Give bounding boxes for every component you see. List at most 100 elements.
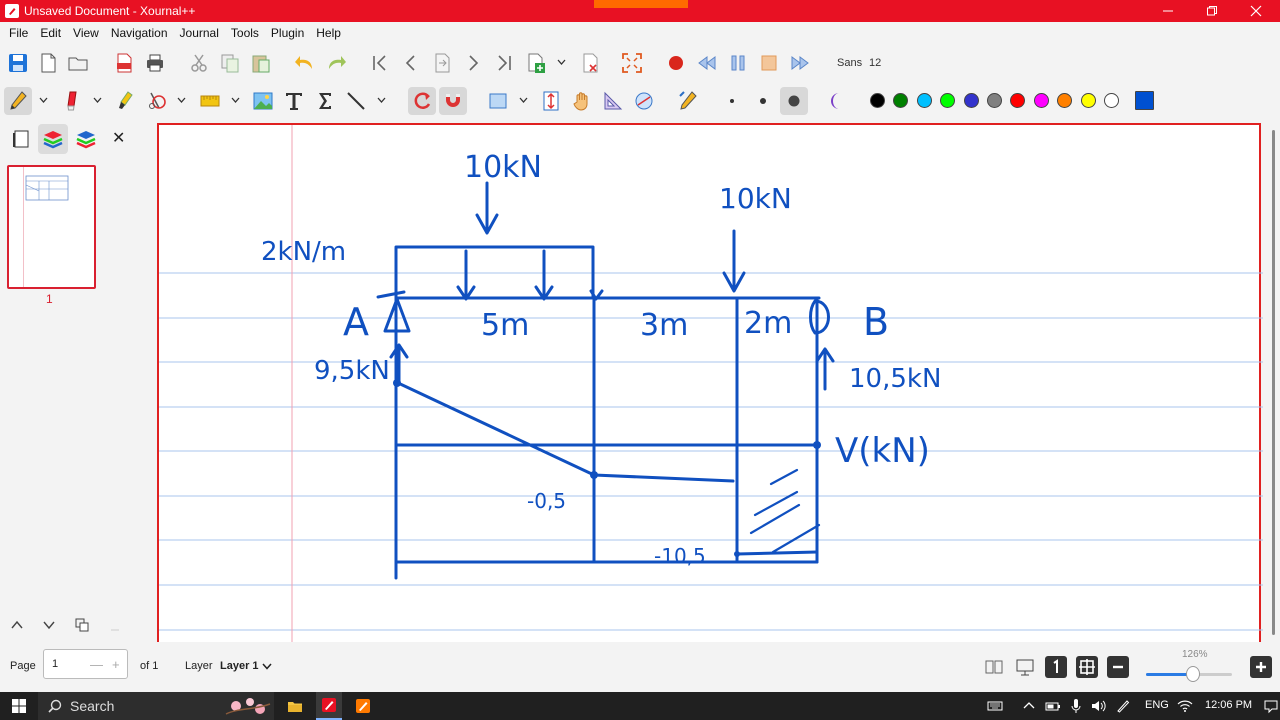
select-dropdown-icon[interactable] <box>176 94 186 106</box>
color-swatch[interactable] <box>963 93 979 108</box>
taskbar-app-xournal-icon[interactable] <box>316 692 342 720</box>
close-button[interactable] <box>1234 0 1278 22</box>
color-swatch[interactable] <box>1080 93 1096 108</box>
snapping-magnet-icon[interactable] <box>439 87 467 115</box>
color-swatch[interactable] <box>1010 93 1026 108</box>
color-swatch[interactable] <box>1104 93 1119 108</box>
vertical-scrollbar[interactable] <box>1268 120 1280 642</box>
save-icon[interactable] <box>4 49 32 77</box>
color-swatch[interactable] <box>1135 91 1155 110</box>
microphone-icon[interactable] <box>1066 692 1086 720</box>
rectangle-dropdown-icon[interactable] <box>518 94 528 106</box>
page-thumbnail[interactable] <box>7 165 96 289</box>
zoom-slider-thumb[interactable] <box>1186 666 1201 682</box>
delete-page-icon[interactable] <box>576 49 604 77</box>
delete-page-small-icon[interactable] <box>100 612 130 638</box>
new-document-icon[interactable] <box>34 49 62 77</box>
space-dropdown-icon[interactable] <box>230 94 240 106</box>
open-folder-icon[interactable] <box>64 49 92 77</box>
rewind-icon[interactable] <box>693 49 721 77</box>
compass-icon[interactable] <box>630 87 658 115</box>
layers-tab-icon[interactable] <box>38 124 68 154</box>
pen-icon[interactable] <box>4 87 32 115</box>
rectangle-icon[interactable] <box>484 87 512 115</box>
zoom-in-icon[interactable] <box>1250 656 1272 678</box>
color-swatch[interactable] <box>1057 93 1073 108</box>
stop-icon[interactable] <box>755 49 783 77</box>
color-swatch[interactable] <box>1033 93 1049 108</box>
fill-color-icon[interactable] <box>824 87 852 115</box>
scrollbar-thumb[interactable] <box>1272 130 1275 635</box>
taskbar-app-pen-icon[interactable] <box>350 692 376 720</box>
redo-icon[interactable] <box>322 49 350 77</box>
highlighter-icon[interactable] <box>112 87 140 115</box>
page-preview-tab-icon[interactable] <box>6 124 36 154</box>
shape-recognizer-icon[interactable] <box>408 87 436 115</box>
previous-page-icon[interactable] <box>397 49 425 77</box>
eraser-icon[interactable] <box>58 87 86 115</box>
canvas-area[interactable]: 10kN 10kN 2kN/m A B 9,5kN 10,5kN 5m 3m 2… <box>156 120 1268 642</box>
minimize-button[interactable] <box>1146 0 1190 22</box>
file-explorer-icon[interactable] <box>282 692 308 720</box>
image-icon[interactable] <box>249 87 277 115</box>
zoom-fit-icon[interactable] <box>1076 656 1098 678</box>
page-number-input[interactable]: 1 — + <box>43 649 128 679</box>
vertical-space-arrows-icon[interactable] <box>537 87 565 115</box>
copy-icon[interactable] <box>216 49 244 77</box>
select-object-icon[interactable] <box>142 87 170 115</box>
language-indicator[interactable]: ENG <box>1145 699 1169 711</box>
last-page-icon[interactable] <box>490 49 518 77</box>
move-page-down-icon[interactable] <box>34 612 64 638</box>
set-square-icon[interactable] <box>599 87 627 115</box>
menu-tools[interactable]: Tools <box>225 26 265 40</box>
pen-menu-icon[interactable] <box>1112 692 1134 720</box>
record-icon[interactable] <box>662 49 690 77</box>
taskbar-search[interactable]: Search <box>38 692 274 720</box>
notifications-icon[interactable] <box>1262 692 1280 720</box>
menu-view[interactable]: View <box>67 26 105 40</box>
first-page-icon[interactable] <box>366 49 394 77</box>
shape-dropdown-icon[interactable] <box>376 94 386 106</box>
page-increment-icon[interactable]: + <box>112 657 120 672</box>
thick-line-width-icon[interactable] <box>780 87 808 115</box>
restore-button[interactable] <box>1190 0 1234 22</box>
wifi-icon[interactable] <box>1175 692 1195 720</box>
zoom-out-icon[interactable] <box>1107 656 1129 678</box>
ruler-line-icon[interactable] <box>342 87 370 115</box>
default-tool-icon[interactable] <box>674 87 702 115</box>
paste-icon[interactable] <box>247 49 275 77</box>
undo-icon[interactable] <box>291 49 319 77</box>
page[interactable]: 10kN 10kN 2kN/m A B 9,5kN 10,5kN 5m 3m 2… <box>157 123 1263 642</box>
vertical-space-icon[interactable] <box>196 87 224 115</box>
font-size[interactable]: 12 <box>869 57 881 69</box>
copy-page-icon[interactable] <box>67 612 97 638</box>
eraser-dropdown-icon[interactable] <box>92 94 102 106</box>
menu-journal[interactable]: Journal <box>174 26 225 40</box>
pause-icon[interactable] <box>724 49 752 77</box>
cut-icon[interactable] <box>185 49 213 77</box>
layer-select[interactable]: Layer 1 <box>220 660 259 672</box>
move-page-up-icon[interactable] <box>2 612 32 638</box>
layer-preview-tab-icon[interactable] <box>71 124 101 154</box>
color-swatch[interactable] <box>916 93 932 108</box>
next-page-icon[interactable] <box>459 49 487 77</box>
menu-edit[interactable]: Edit <box>34 26 67 40</box>
print-icon[interactable] <box>141 49 169 77</box>
presentation-mode-icon[interactable] <box>1014 656 1036 678</box>
chevron-up-icon[interactable] <box>1018 692 1040 720</box>
fast-forward-icon[interactable] <box>786 49 814 77</box>
zoom-100-icon[interactable] <box>1045 656 1067 678</box>
clock[interactable]: 12:06 PM <box>1205 699 1252 711</box>
menu-navigation[interactable]: Navigation <box>105 26 174 40</box>
menu-file[interactable]: File <box>3 26 34 40</box>
fullscreen-icon[interactable] <box>618 49 646 77</box>
goto-page-icon[interactable] <box>428 49 456 77</box>
font-name[interactable]: Sans <box>837 57 862 69</box>
layer-dropdown-icon[interactable] <box>262 663 272 670</box>
windows-start-icon[interactable] <box>0 692 38 720</box>
close-sidebar-icon[interactable]: ✕ <box>112 128 125 148</box>
text-tool-icon[interactable] <box>280 87 308 115</box>
pen-dropdown-icon[interactable] <box>38 94 48 106</box>
color-swatch[interactable] <box>987 93 1002 108</box>
menu-help[interactable]: Help <box>310 26 347 40</box>
